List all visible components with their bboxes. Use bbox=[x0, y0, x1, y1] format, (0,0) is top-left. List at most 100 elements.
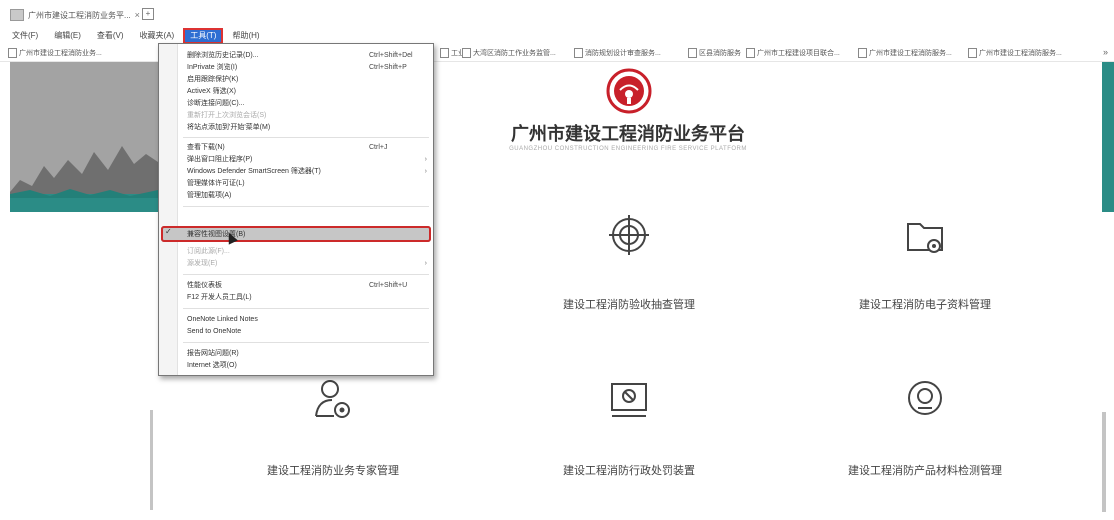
menu-item-popup-blocker[interactable]: 弹出窗口阻止程序(P) › bbox=[187, 154, 431, 165]
module-expert-management[interactable]: 建设工程消防业务专家管理 bbox=[208, 374, 458, 494]
menu-item-f12-devtools[interactable]: F12 开发人员工具(L) bbox=[187, 292, 431, 303]
page-icon bbox=[858, 48, 867, 58]
tools-menu-dropdown: 删除浏览历史记录(D)... Ctrl+Shift+Del InPrivate … bbox=[158, 43, 434, 376]
favorite-link[interactable]: 消防规划设计审查服务... bbox=[574, 48, 661, 58]
menu-item-label: 管理媒体许可证(L) bbox=[187, 180, 245, 187]
menu-item-tracking-protection[interactable]: 启用跟踪保护(K) bbox=[187, 74, 431, 85]
background-graphic-edge bbox=[1102, 62, 1114, 212]
favorite-link[interactable]: 广州市工程建设项目联合... bbox=[746, 48, 840, 58]
left-scroll-strip bbox=[150, 410, 153, 510]
menu-item-view-downloads[interactable]: 查看下载(N) Ctrl+J bbox=[187, 142, 431, 153]
favorite-label: 大湾区消防工作业务监管... bbox=[473, 50, 556, 57]
submenu-arrow-icon: › bbox=[424, 168, 427, 175]
menu-item-label: 诊断连接问题(C)... bbox=[187, 100, 245, 107]
submenu-arrow-icon: › bbox=[424, 156, 427, 163]
menu-item-label: 查看下载(N) bbox=[187, 144, 225, 151]
module-label: 建设工程消防验收抽查管理 bbox=[563, 299, 695, 311]
module-label: 建设工程消防业务专家管理 bbox=[267, 465, 399, 477]
menu-item-smartscreen[interactable]: Windows Defender SmartScreen 筛选器(T) › bbox=[187, 166, 431, 177]
menu-item-label: 性能仪表板 bbox=[187, 282, 222, 289]
check-icon: ✓ bbox=[165, 227, 172, 236]
menu-item-internet-options[interactable]: Internet 选项(O) bbox=[187, 360, 431, 371]
favorite-label: 广州市建设工程消防业务... bbox=[19, 50, 102, 57]
menu-separator bbox=[183, 137, 429, 138]
user-gear-icon bbox=[308, 374, 358, 424]
menu-separator bbox=[183, 206, 429, 207]
menu-item-performance-dashboard[interactable]: 性能仪表板 Ctrl+Shift+U bbox=[187, 280, 431, 291]
menu-item-label: 弹出窗口阻止程序(P) bbox=[187, 156, 253, 163]
menu-item-label: 删除浏览历史记录(D)... bbox=[187, 52, 259, 59]
module-label: 建设工程消防行政处罚装置 bbox=[563, 465, 695, 477]
module-label: 建设工程消防产品材料检测管理 bbox=[848, 465, 1002, 477]
favorite-label: 消防规划设计审查服务... bbox=[585, 50, 661, 57]
landscape-graphic bbox=[10, 62, 158, 212]
page-title: 广州市建设工程消防业务平台 bbox=[511, 124, 745, 144]
favorite-link[interactable]: 广州市建设工程消防业务... bbox=[8, 48, 102, 58]
menu-item-label: 启用跟踪保护(K) bbox=[187, 76, 239, 83]
menu-item-label: Internet 选项(O) bbox=[187, 362, 237, 369]
favorite-link[interactable]: 广州市建设工程消防服务... bbox=[858, 48, 952, 58]
menu-item-manage-addons[interactable]: 管理加载项(A) bbox=[187, 190, 431, 201]
module-electronic-docs[interactable]: 建设工程消防电子资料管理 bbox=[800, 210, 1050, 330]
page-icon bbox=[440, 48, 449, 58]
favorite-label: 广州市建设工程消防服务... bbox=[869, 50, 952, 57]
favorites-more-icon[interactable]: » bbox=[1103, 47, 1108, 57]
menu-item-label: Windows Defender SmartScreen 筛选器(T) bbox=[187, 168, 321, 175]
menu-item-report-problem[interactable]: 报告网站问题(R) bbox=[187, 348, 431, 359]
tab-title: 广州市建设工程消防业务平... bbox=[28, 10, 131, 20]
menu-item-shortcut: Ctrl+Shift+P bbox=[369, 64, 407, 71]
page-subtitle: GUANGZHOU CONSTRUCTION ENGINEERING FIRE … bbox=[509, 146, 747, 152]
page-favicon-icon bbox=[10, 9, 24, 21]
close-tab-icon[interactable]: × bbox=[135, 10, 140, 20]
folder-gear-icon bbox=[900, 210, 950, 260]
menu-item-label: OneNote Linked Notes bbox=[187, 316, 258, 323]
module-product-testing[interactable]: 建设工程消防产品材料检测管理 bbox=[800, 374, 1050, 494]
module-acceptance-check[interactable]: 建设工程消防验收抽查管理 bbox=[504, 210, 754, 330]
page-icon bbox=[746, 48, 755, 58]
menu-view[interactable]: 查看(V) bbox=[91, 29, 130, 43]
favorite-link[interactable]: 广州市建设工程消防服务... bbox=[968, 48, 1062, 58]
browser-tab[interactable]: 广州市建设工程消防业务平... × bbox=[10, 6, 140, 24]
menu-item-send-to-onenote[interactable]: Send to OneNote bbox=[187, 326, 431, 337]
module-administrative-penalty[interactable]: 建设工程消防行政处罚装置 bbox=[504, 374, 754, 494]
scrollbar[interactable] bbox=[1102, 412, 1106, 512]
menu-edit[interactable]: 编辑(E) bbox=[48, 29, 87, 43]
menu-favorites[interactable]: 收藏夹(A) bbox=[134, 29, 181, 43]
page-icon bbox=[574, 48, 583, 58]
menu-item-shortcut: Ctrl+J bbox=[369, 144, 388, 151]
page-icon bbox=[462, 48, 471, 58]
favorite-link[interactable]: 大湾区消防工作业务监管... bbox=[462, 48, 556, 58]
menu-item-diagnose-connection[interactable]: 诊断连接问题(C)... bbox=[187, 98, 431, 109]
menu-item-feed-discovery: 源发现(E) › bbox=[187, 258, 431, 269]
module-label: 建设工程消防电子资料管理 bbox=[859, 299, 991, 311]
menu-item-label: 订阅此源(F)... bbox=[187, 248, 230, 255]
target-icon bbox=[604, 210, 654, 260]
inspect-icon bbox=[900, 374, 950, 424]
menu-item-label: Send to OneNote bbox=[187, 328, 242, 335]
page-icon bbox=[968, 48, 977, 58]
page-icon bbox=[8, 48, 17, 58]
monitor-icon bbox=[604, 374, 654, 424]
menu-separator bbox=[183, 342, 429, 343]
menu-help[interactable]: 帮助(H) bbox=[226, 29, 265, 43]
menu-item-add-to-start[interactable]: 将站点添加到'开始'菜单(M) bbox=[187, 122, 431, 133]
menu-item-subscribe-feed: 订阅此源(F)... bbox=[187, 246, 431, 257]
menu-item-reopen-session: 重新打开上次浏览会话(S) bbox=[187, 110, 431, 121]
menu-file[interactable]: 文件(F) bbox=[6, 29, 44, 43]
menu-item-onenote-linked[interactable]: OneNote Linked Notes bbox=[187, 314, 431, 325]
menu-item-activex-filtering[interactable]: ActiveX 筛选(X) bbox=[187, 86, 431, 97]
menu-item-shortcut: Ctrl+Shift+U bbox=[369, 282, 408, 289]
menu-item-delete-history[interactable]: 删除浏览历史记录(D)... Ctrl+Shift+Del bbox=[187, 50, 431, 61]
menu-item-media-licenses[interactable]: 管理媒体许可证(L) bbox=[187, 178, 431, 189]
menu-item-label: 管理加载项(A) bbox=[187, 192, 232, 199]
menu-item-label: InPrivate 浏览(I) bbox=[187, 64, 238, 71]
page-icon bbox=[688, 48, 697, 58]
menu-separator bbox=[183, 308, 429, 309]
menu-item-label: F12 开发人员工具(L) bbox=[187, 294, 252, 301]
favorite-link[interactable]: 区县消防服务 bbox=[688, 48, 741, 58]
menu-tools[interactable]: 工具(T) bbox=[183, 28, 224, 44]
new-tab-button[interactable]: + bbox=[142, 8, 154, 20]
menu-separator bbox=[183, 274, 429, 275]
menu-item-inprivate[interactable]: InPrivate 浏览(I) Ctrl+Shift+P bbox=[187, 62, 431, 73]
submenu-arrow-icon: › bbox=[424, 260, 427, 267]
